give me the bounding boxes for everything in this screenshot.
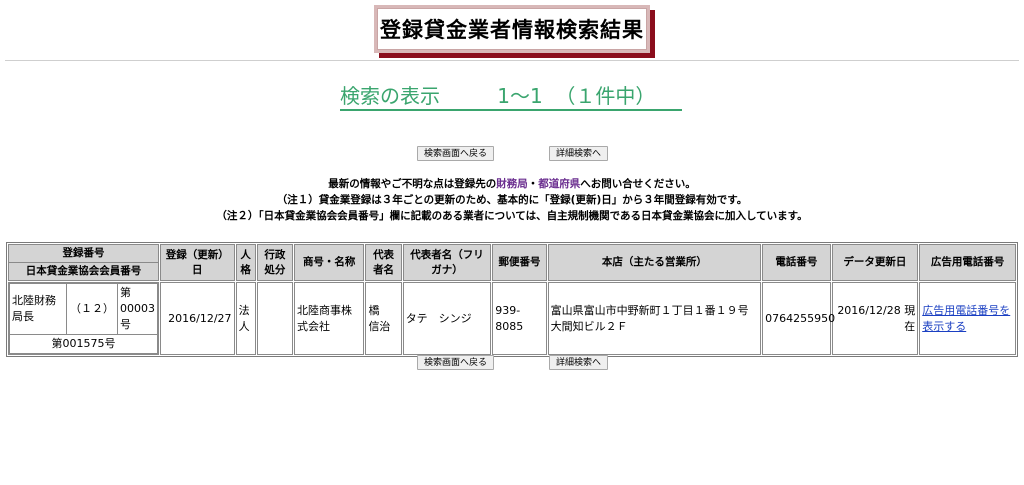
person-cell: 法人 [235,282,256,355]
reg-no-cell: 北陸財務局長 （１２） 第00003号 第001575号 [8,282,160,355]
notice-line-3: （注２）「日本貸金業協会会員番号」欄に記載のある業者については、自主規制機関であ… [216,210,808,222]
address-header: 本店（主たる営業所） [547,244,762,281]
reg-no-subtable: 北陸財務局長 （１２） 第00003号 第001575号 [8,283,159,354]
reg-num: 第00003号 [116,283,159,335]
count-label: 検索の表示 [340,84,440,108]
sanction-cell [256,282,293,355]
reg-date-header: 登録（更新）日 [160,244,235,281]
tel-cell: 0764255950 [762,282,835,355]
separator: ・ [527,178,539,190]
member-no-label: 日本貸金業協会会員番号 [25,265,142,277]
reg-no-label: 登録番号 [9,245,159,263]
tel-header: 電話番号 [762,244,831,281]
notice-line-2: （注１）貸金業登録は３年ごとの更新のため、基本的に「登録(更新)日」から３年間登… [276,194,748,206]
person-header: 人格 [235,244,256,281]
rep-header: 代表者名 [365,244,402,281]
sanction-header: 行政処分 [256,244,293,281]
address-cell: 富山県富山市中野新町１丁目１番１９号大間知ビル２Ｆ [547,282,762,355]
member-no-subrow: 第001575号 [8,334,159,354]
updated-cell: 2016/12/28 現在 [831,282,919,355]
name-header: 商号・名称 [293,244,365,281]
ad-tel-cell: 広告用電話番号を表示する [919,282,1016,355]
reg-no-header: 登録番号 日本貸金業協会会員番号 [8,244,160,281]
count-range: 1～1 [497,84,543,108]
result-table: 登録番号 日本貸金業協会会員番号 登録（更新）日 人格 行政処分 商号・名称 代… [6,242,1018,357]
member-no: 第001575号 [8,334,159,354]
back-to-search-button-bottom[interactable]: 検索画面へ戻る [417,355,495,370]
rep-kana-header: 代表者名（フリガナ） [402,244,492,281]
ad-tel-header: 広告用電話番号 [919,244,1016,281]
show-ad-tel-link[interactable]: 広告用電話番号を表示する [922,304,1010,333]
todofuken-link[interactable]: 都道府県 [538,178,580,190]
notice-text: 最新の情報やご不明な点は登録先の [328,178,497,190]
name-cell: 北陸商事株式会社 [293,282,365,355]
detail-search-button[interactable]: 詳細検索へ [549,146,609,161]
updated-header: データ更新日 [831,244,919,281]
rep-cell: 橋 信治 [365,282,402,355]
detail-search-button-bottom[interactable]: 詳細検索へ [549,355,609,370]
reg-office: 北陸財務局長 [9,283,67,335]
reg-date-cell: 2016/12/27 [160,282,235,355]
table-row: 北陸財務局長 （１２） 第00003号 第001575号 2016/12/27 … [8,282,1016,355]
count-total: （１件中） [555,84,656,108]
zip-cell: 939-8085 [492,282,547,355]
notice-text: へお問い合せください。 [580,178,696,190]
reg-count: （１２） [66,283,118,335]
reg-no-subrow: 北陸財務局長 （１２） 第00003号 [9,283,159,335]
result-count: 検索の表示 1～1 （１件中） [340,84,682,111]
notice-line-1: 最新の情報やご不明な点は登録先の財務局・都道府県へお問い合せください。 [0,177,1024,192]
rep-kana-cell: タテ シンジ [402,282,492,355]
zaimukyoku-link[interactable]: 財務局 [496,178,528,190]
header-row: 登録番号 日本貸金業協会会員番号 登録（更新）日 人格 行政処分 商号・名称 代… [8,244,1016,281]
divider [5,60,1019,61]
page-title: 登録貸金業者情報検索結果 [377,8,647,50]
zip-header: 郵便番号 [492,244,547,281]
back-to-search-button[interactable]: 検索画面へ戻る [417,146,495,161]
